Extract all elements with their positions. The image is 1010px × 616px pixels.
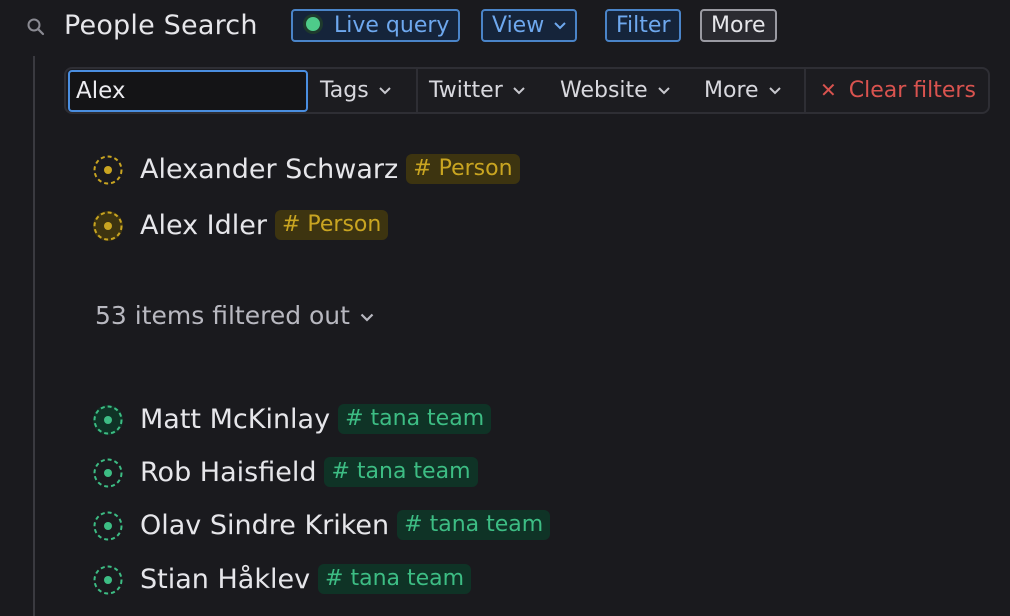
search-icon — [27, 18, 45, 36]
divider — [416, 69, 418, 112]
filter-more-label: More — [704, 78, 759, 103]
chevron-down-icon — [657, 87, 670, 95]
filter-button[interactable]: Filter — [605, 9, 682, 42]
view-label: View — [492, 13, 545, 38]
people-search-page: People Search Live query View Filter Mor… — [0, 0, 1010, 616]
live-dot-icon — [306, 17, 320, 31]
tag-badge[interactable]: # Person — [406, 154, 520, 184]
filter-website-label: Website — [560, 78, 648, 103]
item-name: Alex Idler — [140, 210, 267, 241]
tag-badge[interactable]: # tana team — [318, 564, 472, 594]
item-name: Olav Sindre Kriken — [140, 510, 390, 541]
filter-twitter-label: Twitter — [429, 78, 503, 103]
divider — [804, 69, 806, 112]
filter-tags-label: Tags — [320, 78, 369, 103]
close-icon: ✕ — [820, 78, 837, 102]
chevron-down-icon — [360, 313, 374, 322]
chevron-down-icon — [768, 87, 781, 95]
live-query-button[interactable]: Live query — [291, 9, 461, 42]
bullet-icon — [93, 511, 123, 541]
filtered-out-toggle[interactable]: 53 items filtered out — [95, 297, 374, 335]
bullet-icon — [93, 155, 123, 185]
filter-tags[interactable]: Tags — [320, 69, 391, 112]
chevron-down-icon — [513, 87, 525, 95]
chevron-down-icon — [554, 22, 566, 30]
tag-badge[interactable]: # tana team — [338, 404, 492, 434]
page-title: People Search — [64, 10, 258, 41]
filter-website[interactable]: Website — [560, 69, 670, 112]
more-button[interactable]: More — [700, 9, 777, 42]
item-name: Stian Håklev — [140, 564, 311, 595]
search-input[interactable] — [68, 70, 308, 112]
tag-badge[interactable]: # tana team — [397, 510, 551, 540]
item-name: Matt McKinlay — [140, 404, 331, 435]
tag-badge[interactable]: # tana team — [324, 457, 478, 487]
filter-more[interactable]: More — [704, 69, 781, 112]
clear-filters-label: Clear filters — [848, 78, 976, 103]
more-label: More — [711, 13, 766, 38]
bullet-icon — [93, 211, 123, 241]
view-button[interactable]: View — [481, 9, 578, 42]
filter-twitter[interactable]: Twitter — [429, 69, 525, 112]
chevron-down-icon — [379, 87, 391, 95]
bullet-icon — [93, 458, 123, 488]
bullet-icon — [93, 405, 123, 435]
filtered-out-label: 53 items filtered out — [95, 301, 350, 330]
live-query-label: Live query — [334, 13, 450, 38]
indent-guide — [33, 56, 35, 616]
header: People Search Live query View Filter Mor… — [0, 0, 1010, 54]
item-name: Alexander Schwarz — [140, 154, 399, 185]
filter-label: Filter — [616, 13, 671, 38]
filter-bar: Tags Twitter Website More ✕ Clear filters — [64, 67, 990, 114]
clear-filters-button[interactable]: ✕ Clear filters — [820, 69, 976, 112]
bullet-icon — [93, 565, 123, 595]
tag-badge[interactable]: # Person — [274, 210, 389, 240]
item-name: Rob Haisfield — [140, 457, 317, 488]
